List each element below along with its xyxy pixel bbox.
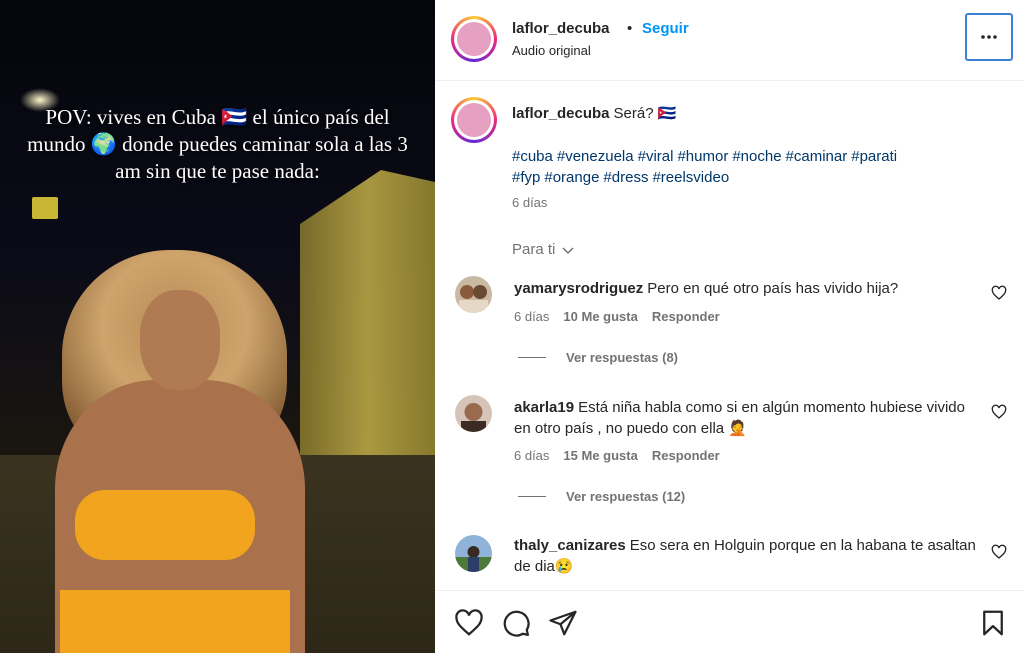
reply-button[interactable]: Responder <box>652 448 720 463</box>
follow-button[interactable]: Seguir <box>642 20 689 37</box>
author-username[interactable]: laflor_decuba <box>512 20 610 37</box>
view-replies-label: Ver respuestas (8) <box>566 350 679 365</box>
comment-like-button[interactable] <box>991 285 1007 301</box>
hashtag-link[interactable]: #cuba <box>512 148 553 165</box>
post-age: 6 días <box>512 195 548 210</box>
hashtag-link[interactable]: #noche <box>732 148 781 165</box>
save-button[interactable] <box>978 608 1008 638</box>
hashtag-list: #cuba #venezuela #viral #humor #noche #camina… <box>512 146 982 188</box>
caption-text: Será? 🇨🇺 <box>613 105 677 122</box>
sort-label: Para ti <box>512 241 556 258</box>
bookmark-icon <box>983 610 1003 636</box>
comment-sort-dropdown[interactable]: Para ti <box>512 241 575 258</box>
heart-icon <box>991 544 1007 559</box>
person-orange-skirt <box>60 590 290 653</box>
replies-divider-line <box>518 496 546 497</box>
comment-button[interactable] <box>501 608 531 638</box>
comment-text: Está niña habla como si en algún momento… <box>514 399 965 437</box>
view-replies-button[interactable]: Ver respuestas (12) <box>518 489 685 504</box>
comment-meta: 6 días 10 Me gusta Responder <box>514 309 720 324</box>
hashtag-link[interactable]: #caminar <box>786 148 848 165</box>
person-face <box>140 290 220 390</box>
reel-video[interactable]: POV: vives en Cuba 🇨🇺 el único país del … <box>0 0 435 653</box>
view-replies-button[interactable]: Ver respuestas (8) <box>518 350 678 365</box>
author-avatar[interactable] <box>451 16 497 62</box>
commenter-username[interactable]: thaly_canizares <box>514 537 626 554</box>
commenter-avatar[interactable] <box>455 535 492 572</box>
hashtag-link[interactable]: #dress <box>603 169 648 186</box>
commenter-username[interactable]: yamarysrodriguez <box>514 280 643 297</box>
post-detail-panel: laflor_decuba • Seguir Audio original la… <box>435 0 1024 653</box>
paper-plane-icon <box>549 610 577 636</box>
hashtag-link[interactable]: #viral <box>638 148 674 165</box>
caption-author-avatar[interactable] <box>451 97 497 143</box>
chevron-down-icon <box>562 246 574 254</box>
heart-icon <box>991 404 1007 419</box>
separator-dot: • <box>627 20 633 37</box>
hashtag-link[interactable]: #orange <box>544 169 599 186</box>
replies-divider-line <box>518 357 546 358</box>
commenter-avatar[interactable] <box>455 395 492 432</box>
heart-icon <box>455 609 483 636</box>
comment-likes[interactable]: 10 Me gusta <box>563 309 637 324</box>
comment-likes[interactable]: 15 Me gusta <box>563 448 637 463</box>
reply-button[interactable]: Responder <box>652 309 720 324</box>
view-replies-label: Ver respuestas (12) <box>566 489 686 504</box>
hashtag-link[interactable]: #venezuela <box>557 148 634 165</box>
commenter-username[interactable]: akarla19 <box>514 399 574 416</box>
building-wall <box>300 170 435 470</box>
comment-meta: 6 días 15 Me gusta Responder <box>514 448 720 463</box>
post-header: laflor_decuba • Seguir Audio original <box>435 0 1024 81</box>
commenter-avatar[interactable] <box>455 276 492 313</box>
share-button[interactable] <box>548 608 578 638</box>
person-orange-top <box>75 490 255 560</box>
post-action-bar <box>435 590 1024 654</box>
comment-bubble-icon <box>503 610 530 637</box>
hashtag-link[interactable]: #reelsvideo <box>652 169 729 186</box>
comment-text-line: yamarysrodriguez Pero en qué otro país ha… <box>514 278 984 299</box>
hashtag-link[interactable]: #humor <box>677 148 728 165</box>
street-sign <box>32 197 58 219</box>
heart-icon <box>991 285 1007 300</box>
caption-username[interactable]: laflor_decuba <box>512 105 610 122</box>
comment-age: 6 días <box>514 448 550 463</box>
comment-text: Pero en qué otro país has vivido hija? <box>647 280 899 297</box>
audio-label[interactable]: Audio original <box>512 43 591 58</box>
comment-like-button[interactable] <box>991 404 1007 420</box>
caption-line: laflor_decuba Será? 🇨🇺 <box>512 104 676 122</box>
comment-like-button[interactable] <box>991 544 1007 560</box>
hashtag-link[interactable]: #parati <box>851 148 897 165</box>
comment-text-line: akarla19 Está niña habla como si en algún… <box>514 397 984 439</box>
more-options-button[interactable] <box>965 13 1013 61</box>
hashtag-link[interactable]: #fyp <box>512 169 540 186</box>
comment-text-line: thaly_canizares Eso sera en Holguin porqu… <box>514 535 984 577</box>
comment-age: 6 días <box>514 309 550 324</box>
video-overlay-text: POV: vives en Cuba 🇨🇺 el único país del … <box>27 105 408 183</box>
more-horizontal-icon <box>981 35 997 39</box>
like-button[interactable] <box>454 608 484 638</box>
